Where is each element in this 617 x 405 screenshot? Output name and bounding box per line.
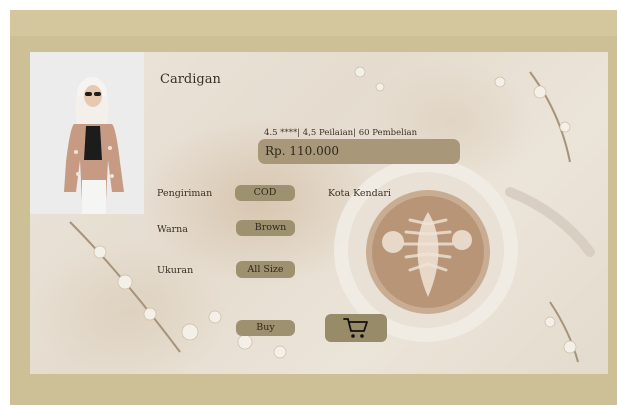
product-stats: 4.5 ****| 4,5 Peilaian| 60 Pembelian xyxy=(264,128,418,138)
size-option-button[interactable]: All Size xyxy=(236,261,295,278)
add-to-cart-button[interactable] xyxy=(325,314,387,342)
model-figure-icon xyxy=(30,52,144,214)
shipping-method-badge[interactable]: COD xyxy=(235,185,295,201)
product-panel: Cardigan 4.5 ****| 4,5 Peilaian| 60 Pemb… xyxy=(30,52,608,374)
price-value: Rp. 110.000 xyxy=(265,144,339,158)
size-label: Ukuran xyxy=(157,265,194,276)
price-box: Rp. 110.000 xyxy=(258,139,460,164)
product-title: Cardigan xyxy=(160,72,221,87)
color-label: Warna xyxy=(157,224,188,235)
top-bar xyxy=(10,10,617,36)
buy-button[interactable]: Buy xyxy=(236,320,295,336)
color-option-button[interactable]: Brown xyxy=(236,220,295,236)
shipping-label: Pengiriman xyxy=(157,188,213,199)
app-frame: Cardigan 4.5 ****| 4,5 Peilaian| 60 Pemb… xyxy=(10,10,617,405)
shipping-city: Kota Kendari xyxy=(328,188,391,199)
product-image xyxy=(30,52,144,214)
shopping-cart-icon xyxy=(343,318,368,338)
